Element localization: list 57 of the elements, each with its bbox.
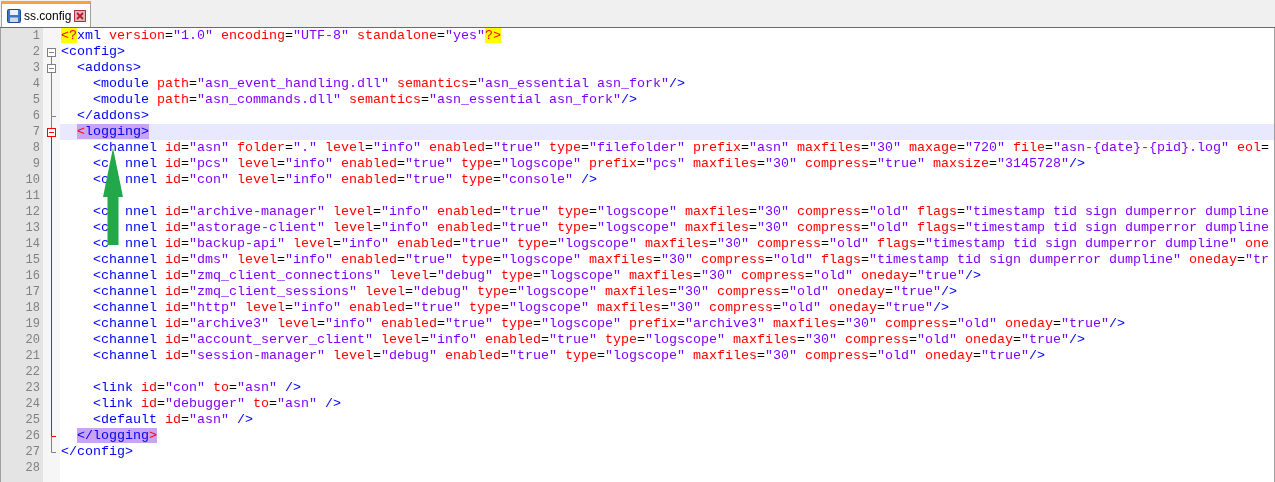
line-number: 24 — [24, 396, 41, 412]
code-line: <addons> — [76, 60, 141, 75]
code-line: <channel id="zmq_client_sessions" level="debug" type="logscope" maxfiles="30" compress="old" oneday="true"/> — [92, 284, 957, 299]
code-line: </addons> — [76, 108, 149, 123]
code-line: <channel id="archive3" level="info" enabled="true" type="logscope" prefix="archive3" maxfiles="30" compress="old" oneday="true"/> — [92, 316, 1125, 331]
code-line: <link id="con" to="asn" /> — [92, 380, 301, 395]
line-number: 20 — [24, 332, 41, 348]
line-number: 16 — [24, 268, 41, 284]
code-line: <link id="debugger" to="asn" /> — [92, 396, 341, 411]
file-tab[interactable]: ss.config — [1, 1, 92, 27]
line-number: 11 — [24, 188, 41, 204]
code-line: <c nnel id="pcs" level="info" enabled="true" type="logscope" prefix="pcs" maxfiles="30" compress="true" maxsize="3145728"/> — [92, 156, 1085, 171]
close-icon[interactable] — [74, 9, 87, 22]
code-line: <?xml version="1.0" encoding="UTF-8" standalone="yes"?> — [61, 28, 501, 43]
line-number: 19 — [24, 316, 41, 332]
line-number: 5 — [31, 92, 41, 108]
line-number: 21 — [24, 348, 41, 364]
line-number: 7 — [31, 124, 41, 140]
line-number: 23 — [24, 380, 41, 396]
line-number: 15 — [24, 252, 41, 268]
code-line: <channel id="asn" folder="." level="info" enabled="true" type="filefolder" prefix="asn" maxfiles="30" maxage="720" file="asn-{date}-{pid}.log" eol= — [92, 140, 1269, 155]
code-line: <channel id="session-manager" level="debug" enabled="true" type="logscope" maxfiles="30" compress="old" oneday="true"/> — [92, 348, 1045, 363]
code-line: <c nnel id="archive-manager" level="info" enabled="true" type="logscope" maxfiles="30" compress="old" flags="timestamp tid sign dumperror dumpline — [92, 204, 1269, 219]
line-number: 14 — [24, 236, 41, 252]
line-number: 27 — [24, 444, 41, 460]
line-number: 17 — [24, 284, 41, 300]
line-number: 18 — [24, 300, 41, 316]
fold-toggle-icon[interactable] — [47, 124, 56, 140]
code-line: <module path="asn_event_handling.dll" semantics="asn_essential asn_fork"/> — [92, 76, 685, 91]
line-number: 6 — [31, 108, 41, 124]
line-number: 25 — [24, 412, 41, 428]
code-line: <module path="asn_commands.dll" semantics="asn_essential asn_fork"/> — [92, 92, 637, 107]
line-number: 13 — [24, 220, 41, 236]
save-icon — [7, 8, 21, 23]
code-line: <default id="asn" /> — [92, 412, 253, 427]
code-line: </logging> — [76, 428, 157, 443]
line-number: 22 — [24, 364, 41, 380]
code-line: <c nnel id="backup-api" level="info" enabled="true" type="logscope" maxfiles="30" compress="old" flags="timestamp tid sign dumperror dumpline" one — [92, 236, 1269, 251]
line-number: 2 — [31, 44, 41, 60]
code-line: <channel id="dms" level="info" enabled="true" type="logscope" maxfiles="30" compress="old" flags="timestamp tid sign dumperror dumpline" oneday="tr — [92, 252, 1269, 267]
line-number: 10 — [24, 172, 41, 188]
line-number: 3 — [31, 60, 41, 76]
line-number: 28 — [24, 460, 41, 476]
code-line: <logging> — [76, 124, 149, 139]
fold-toggle-icon[interactable] — [47, 60, 56, 76]
code-line: <c nnel id="astorage-client" level="info" enabled="true" type="logscope" maxfiles="30" compress="old" flags="timestamp tid sign dumperror dumpline — [92, 220, 1269, 235]
line-number: 8 — [31, 140, 41, 156]
code-line: <config> — [61, 44, 125, 59]
code-line: <channel id="http" level="info" enabled="true" type="logscope" maxfiles="30" compress="old" oneday="true"/> — [92, 300, 949, 315]
code-line: <channel id="zmq_client_connections" level="debug" type="logscope" maxfiles="30" compress="old" oneday="true"/> — [92, 268, 981, 283]
code-line: </config> — [61, 444, 133, 459]
line-number: 1 — [31, 28, 41, 44]
line-number: 9 — [31, 156, 41, 172]
line-number: 12 — [24, 204, 41, 220]
code-line: <channel id="account_server_client" level="info" enabled="true" type="logscope" maxfiles="30" compress="old" oneday="true"/> — [92, 332, 1085, 347]
line-number: 26 — [24, 428, 41, 444]
line-number: 4 — [31, 76, 41, 92]
